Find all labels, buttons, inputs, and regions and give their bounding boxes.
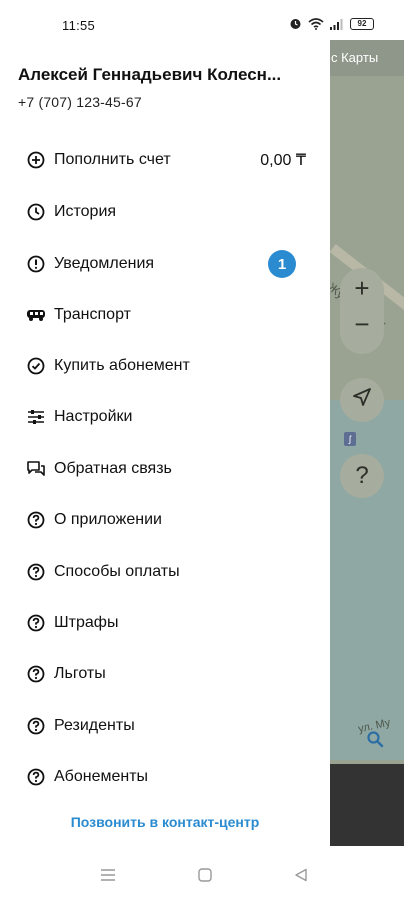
- help-circle-icon: [26, 510, 46, 530]
- help-circle-icon: [26, 716, 46, 736]
- menu-item-benefits[interactable]: Льготы: [0, 652, 330, 696]
- locate-button[interactable]: [340, 378, 384, 422]
- battery-icon: 92: [350, 17, 374, 30]
- menu-item-fines[interactable]: Штрафы: [0, 601, 330, 645]
- status-bar: 11:55 92: [0, 0, 404, 40]
- help-circle-icon: [26, 562, 46, 582]
- sliders-icon: [26, 407, 46, 427]
- search-icon[interactable]: [366, 730, 384, 753]
- help-circle-icon: [26, 613, 46, 633]
- menu-item-transport[interactable]: Транспорт: [0, 293, 330, 337]
- menu-item-label: Штрафы: [54, 614, 119, 631]
- menu-item-notifications[interactable]: Уведомления 1: [0, 242, 330, 286]
- plus-circle-icon: [26, 150, 46, 170]
- menu-item-history[interactable]: История: [0, 190, 330, 234]
- user-phone: +7 (707) 123-45-67: [18, 94, 142, 110]
- menu-item-label: Способы оплаты: [54, 563, 180, 580]
- map-title: с Карты: [331, 50, 379, 65]
- call-contact-center-link[interactable]: Позвонить в контакт-центр: [0, 814, 330, 830]
- menu-item-residents[interactable]: Резиденты: [0, 704, 330, 748]
- menu-item-label: Транспорт: [54, 306, 131, 323]
- menu-item-buy-pass[interactable]: Купить абонемент: [0, 344, 330, 388]
- small-marker-icon: ʃ: [344, 432, 356, 446]
- system-nav-bar: [0, 846, 404, 900]
- navigation-drawer: Алексей Геннадьевич Колесн... +7 (707) 1…: [0, 40, 330, 846]
- menu-item-payment-methods[interactable]: Способы оплаты: [0, 550, 330, 594]
- clock-icon: [26, 202, 46, 222]
- feedback-icon: [26, 459, 46, 479]
- help-circle-icon: [26, 664, 46, 684]
- user-name: Алексей Геннадьевич Колесн...: [18, 65, 282, 84]
- menu-item-settings[interactable]: Настройки: [0, 395, 330, 439]
- map-bottom-panel: [330, 764, 404, 846]
- zoom-in-button[interactable]: +: [340, 268, 384, 308]
- signal-icon: [330, 18, 344, 30]
- menu-item-label: Резиденты: [54, 717, 135, 734]
- menu-item-label: История: [54, 203, 117, 220]
- status-icons: 92: [289, 17, 374, 30]
- balance-value: 0,00 ₸: [260, 152, 306, 169]
- menu-item-passes[interactable]: Абонементы: [0, 755, 330, 799]
- menu-item-label: О приложении: [54, 511, 162, 528]
- navigation-arrow-icon: [351, 386, 373, 415]
- status-time: 11:55: [62, 18, 96, 33]
- alert-circle-icon: [26, 254, 46, 274]
- menu-item-label: Абонементы: [54, 768, 149, 785]
- menu-item-label: Уведомления: [54, 255, 155, 272]
- menu-item-top-up[interactable]: Пополнить счет 0,00 ₸: [0, 138, 330, 182]
- menu-item-label: Купить абонемент: [54, 357, 190, 374]
- menu-icon[interactable]: [99, 866, 117, 884]
- back-icon[interactable]: [292, 866, 310, 884]
- menu-item-label: Обратная связь: [54, 460, 172, 477]
- zoom-out-button[interactable]: −: [340, 304, 384, 344]
- alarm-icon: [289, 17, 302, 30]
- help-button[interactable]: ?: [340, 454, 384, 498]
- menu-item-about[interactable]: О приложении: [0, 498, 330, 542]
- menu-item-label: Льготы: [54, 665, 106, 682]
- menu-item-feedback[interactable]: Обратная связь: [0, 447, 330, 491]
- bus-icon: [26, 305, 46, 325]
- home-icon[interactable]: [196, 866, 214, 884]
- menu-item-label: Пополнить счет: [54, 151, 171, 168]
- check-circle-icon: [26, 356, 46, 376]
- wifi-icon: [308, 17, 324, 30]
- menu-item-label: Настройки: [54, 408, 133, 425]
- help-circle-icon: [26, 767, 46, 787]
- notification-badge: 1: [268, 250, 296, 278]
